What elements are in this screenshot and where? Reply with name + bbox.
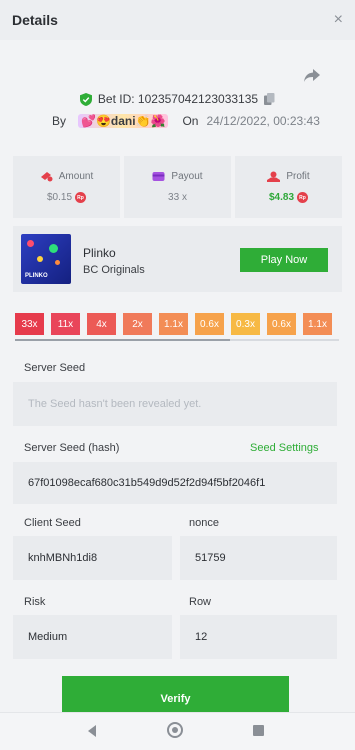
stat-profit: Profit $4.83 Rp — [235, 156, 342, 218]
profit-icon — [267, 171, 281, 182]
server-seed-hash-field[interactable]: 67f01098ecaf680c31b549d9d52f2d94f5bf2046… — [13, 462, 337, 504]
client-seed-field[interactable]: knhMBNh1di8 — [13, 536, 172, 580]
row-field[interactable]: 12 — [180, 615, 337, 659]
multiplier-slot: 0.3x — [231, 313, 260, 335]
bet-datetime: 24/12/2022, 00:23:43 — [206, 114, 320, 128]
multiplier-slot: 1.1x — [159, 313, 188, 335]
server-seed-hash-label: Server Seed (hash) — [24, 442, 120, 454]
stat-payout-value: 33 x — [168, 192, 187, 203]
multiplier-row: 33x 11x 4x 2x 1.1x 0.6x 0.3x 0.6x 1.1x — [15, 313, 339, 335]
multiplier-slot: 0.6x — [267, 313, 296, 335]
details-header: Details × — [0, 0, 355, 40]
row-label: Row — [189, 596, 212, 608]
shield-check-icon — [79, 92, 92, 106]
by-label: By — [52, 114, 67, 128]
share-icon[interactable] — [303, 66, 321, 84]
multiplier-slot: 11x — [51, 313, 80, 335]
verify-button[interactable]: Verify — [62, 676, 289, 714]
risk-label: Risk — [24, 596, 46, 608]
multiplier-slot: 4x — [87, 313, 116, 335]
amount-icon — [40, 172, 53, 182]
bet-byline: By 💕😍dani👏🌺 On 24/12/2022, 00:23:43 — [52, 114, 320, 128]
stat-profit-label: Profit — [286, 171, 310, 182]
back-icon[interactable] — [88, 725, 96, 737]
stat-amount-label: Amount — [58, 171, 94, 182]
bet-id: Bet ID: 102357042123033135 — [97, 92, 259, 106]
stat-payout-label: Payout — [171, 171, 203, 182]
risk-field[interactable]: Medium — [13, 615, 172, 659]
recent-apps-icon[interactable] — [253, 725, 264, 736]
seed-settings-link[interactable]: Seed Settings — [250, 442, 319, 454]
home-icon[interactable] — [167, 722, 183, 738]
game-name: Plinko — [83, 246, 116, 260]
thumbnail-text: PLINKO — [25, 273, 48, 279]
username-link[interactable]: 💕😍dani👏🌺 — [78, 114, 169, 128]
on-label: On — [182, 114, 199, 128]
multiplier-slot: 0.6x — [195, 313, 224, 335]
game-card: PLINKO Plinko BC Originals Play Now — [13, 226, 342, 292]
copy-icon[interactable] — [264, 93, 275, 105]
payout-icon — [152, 172, 165, 181]
bet-id-row: Bet ID: 102357042123033135 — [0, 92, 355, 106]
nonce-field[interactable]: 51759 — [180, 536, 337, 580]
play-now-button[interactable]: Play Now — [240, 248, 328, 272]
multiplier-slot: 2x — [123, 313, 152, 335]
system-nav-bar — [0, 712, 355, 750]
multiplier-scrollbar-thumb[interactable] — [15, 339, 230, 341]
game-subtitle: BC Originals — [83, 264, 145, 276]
multiplier-slot: 1.1x — [303, 313, 332, 335]
nonce-label: nonce — [189, 517, 219, 529]
bet-stats: Amount $0.15 Rp Payout 33 x Profit $4.83… — [13, 156, 342, 218]
plinko-thumbnail[interactable]: PLINKO — [21, 234, 71, 284]
stat-profit-value: $4.83 — [268, 192, 295, 203]
server-seed-field[interactable]: The Seed hasn't been revealed yet. — [13, 382, 337, 426]
close-icon[interactable]: × — [334, 11, 343, 29]
stat-amount: Amount $0.15 Rp — [13, 156, 120, 218]
client-seed-label: Client Seed — [24, 517, 81, 529]
coin-icon: Rp — [75, 192, 87, 203]
server-seed-label: Server Seed — [24, 362, 86, 374]
coin-icon: Rp — [297, 192, 309, 203]
stat-payout: Payout 33 x — [124, 156, 231, 218]
multiplier-slot: 33x — [15, 313, 44, 335]
page-title: Details — [12, 12, 58, 28]
stat-amount-value: $0.15 — [46, 192, 73, 203]
